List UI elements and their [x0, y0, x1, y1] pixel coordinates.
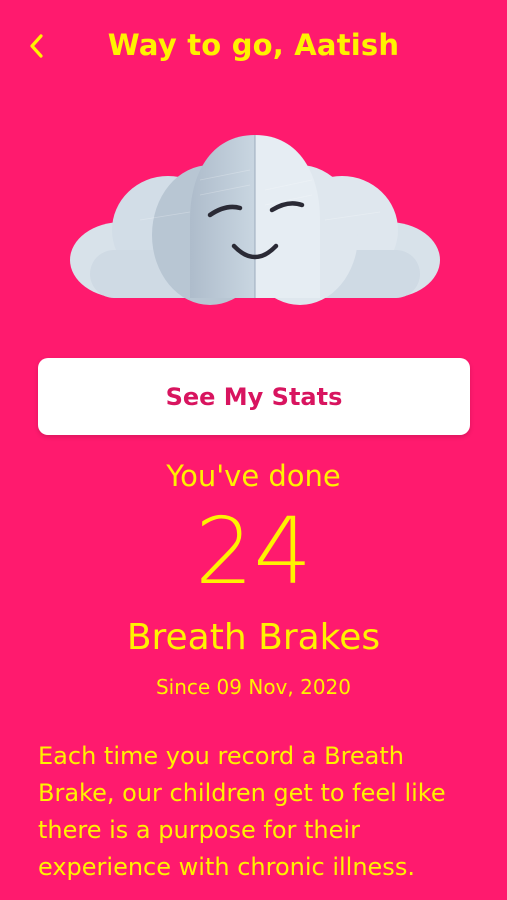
page-title: Way to go, Aatish [107, 28, 400, 62]
done-label: You've done [166, 459, 341, 493]
breath-brake-count: 24 [194, 498, 313, 605]
cloud-illustration [50, 120, 460, 320]
see-my-stats-button[interactable]: See My Stats [38, 358, 470, 435]
since-date: Since 09 Nov, 2020 [155, 675, 352, 699]
purpose-message: Each time you record a Breath Brake, our… [38, 742, 446, 881]
app-header: Way to go, Aatish [0, 0, 507, 92]
count-unit: Breath Brakes [126, 617, 381, 658]
smiling-cloud-icon [70, 135, 440, 305]
